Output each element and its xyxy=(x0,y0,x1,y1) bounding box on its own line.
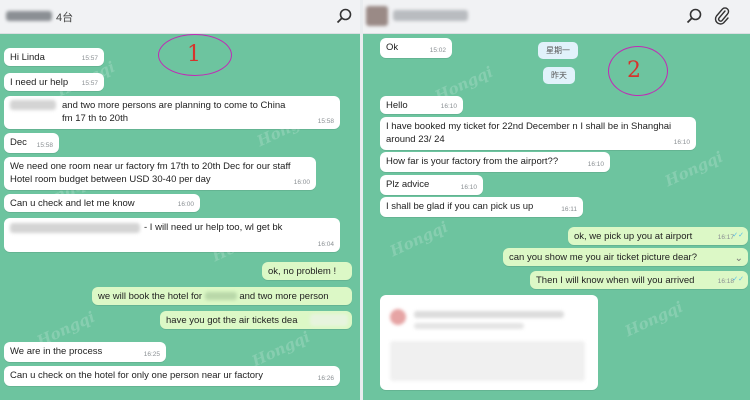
annotation-number: 2 xyxy=(627,58,641,83)
date-separator: 星期一 xyxy=(538,42,578,59)
message-text: I shall be glad if you can pick us up xyxy=(386,201,534,212)
date-separator: 昨天 xyxy=(543,67,575,84)
attach-icon[interactable] xyxy=(713,7,731,25)
message-time: 15:57 xyxy=(81,55,98,62)
message-bubble-outgoing: have you got the air tickets dea xyxy=(160,311,352,329)
message-text: have you got the air tickets dea xyxy=(166,315,298,326)
message-text: Plz advice xyxy=(386,179,430,190)
watermark: Hongqi xyxy=(249,327,313,371)
text-redacted xyxy=(310,314,348,326)
message-text: Hi Linda xyxy=(10,52,45,63)
message-bubble: I need ur help 15:57 xyxy=(4,73,104,91)
message-text: ok, no problem ! xyxy=(268,266,337,277)
message-time: 15:58 xyxy=(317,118,334,125)
message-bubble-outgoing: ok, no problem ! xyxy=(262,262,352,280)
message-bubble-outgoing: can you show me you air ticket picture d… xyxy=(503,248,748,266)
message-bubble: Can u check on the hotel for only one pe… xyxy=(4,366,340,386)
message-bubble: How far is your factory from the airport… xyxy=(380,152,610,172)
watermark: Hongqi xyxy=(662,147,726,191)
annotation-number: 1 xyxy=(187,42,201,67)
message-text: Dec xyxy=(10,137,27,148)
redacted-line xyxy=(414,311,564,318)
contact-name-redacted xyxy=(6,11,52,21)
name-redacted xyxy=(10,100,56,110)
message-bubble: We need one room near ur factory fm 17th… xyxy=(4,157,316,190)
message-bubble: Ok 15:02 xyxy=(380,38,452,58)
message-text: - I will need ur help too, wl get bk xyxy=(144,222,283,233)
message-time: 16:00 xyxy=(293,179,310,186)
message-time: 16:25 xyxy=(143,351,160,358)
message-time: 15:58 xyxy=(36,142,53,149)
message-bubble: We are in the process 16:25 xyxy=(4,342,166,362)
redacted-avatar xyxy=(390,309,406,325)
message-bubble: Can u check and let me know 16:00 xyxy=(4,194,200,212)
message-text: I need ur help xyxy=(10,77,69,88)
message-text: and two more person xyxy=(239,291,329,302)
message-time: 16:00 xyxy=(177,201,194,208)
message-text: We need one room near ur factory fm 17th… xyxy=(10,161,291,185)
message-text: Ok xyxy=(386,42,399,53)
contact-name-redacted xyxy=(393,10,468,21)
message-bubble: Dec 15:58 xyxy=(4,133,59,153)
message-bubble: Plz advice 16:10 xyxy=(380,175,483,195)
left-chat-panel: 4台 Hongqi Hongqi Hongqi Hongqi Hongqi Ho… xyxy=(0,0,360,400)
left-chat-title: 4台 xyxy=(56,12,74,24)
contact-avatar-redacted xyxy=(366,6,388,26)
search-icon[interactable] xyxy=(685,7,703,25)
search-icon[interactable] xyxy=(335,7,353,25)
message-text: we will book the hotel for xyxy=(98,291,203,302)
read-ticks-icon: ✓✓ xyxy=(732,276,744,283)
message-time: 16:04 xyxy=(317,241,334,248)
message-bubble: and two more persons are planning to com… xyxy=(4,96,340,129)
message-bubble-outgoing: we will book the hotel for and two more … xyxy=(92,287,352,305)
message-time: 16:10 xyxy=(440,103,457,110)
read-ticks-icon: ✓✓ xyxy=(732,232,744,239)
message-bubble-outgoing: ok, we pick up you at airport 16:17 ✓✓ xyxy=(568,227,748,245)
message-time: 16:26 xyxy=(317,375,334,382)
message-text: Hello xyxy=(386,100,408,111)
message-bubble: Hello 16:10 xyxy=(380,96,463,114)
message-text: We are in the process xyxy=(10,346,103,357)
name-redacted xyxy=(10,223,140,233)
message-bubble: Hi Linda 15:57 xyxy=(4,48,104,66)
message-time: 15:57 xyxy=(81,80,98,87)
message-text: I have booked my ticket for 22nd Decembe… xyxy=(386,121,672,145)
message-text: How far is your factory from the airport… xyxy=(386,156,559,167)
message-bubble: I shall be glad if you can pick us up 16… xyxy=(380,197,583,217)
message-text: Can u check and let me know xyxy=(10,198,135,209)
name-redacted xyxy=(204,292,237,301)
watermark: Hongqi xyxy=(622,297,686,341)
redacted-preview-card[interactable] xyxy=(380,295,598,390)
message-bubble: I have booked my ticket for 22nd Decembe… xyxy=(380,117,696,150)
message-time: 16:10 xyxy=(587,161,604,168)
right-chat-panel: Hongqi Hongqi Hongqi Hongqi Hongqi Ok 15… xyxy=(363,0,750,400)
chevron-down-icon[interactable]: ⌄ xyxy=(735,252,743,265)
message-time: 16:10 xyxy=(673,139,690,146)
message-time: 15:02 xyxy=(429,47,446,54)
right-chat-header xyxy=(363,0,750,34)
message-bubble: - I will need ur help too, wl get bk 16:… xyxy=(4,218,340,252)
message-text: Then I will know when will you arrived xyxy=(536,275,695,286)
left-chat-header: 4台 xyxy=(0,0,360,34)
message-bubble-outgoing: Then I will know when will you arrived 1… xyxy=(530,271,748,289)
redacted-content xyxy=(390,341,585,381)
message-text: ok, we pick up you at airport xyxy=(574,231,693,242)
message-time: 16:11 xyxy=(561,206,577,213)
message-time: 16:10 xyxy=(460,184,477,191)
watermark: Hongqi xyxy=(387,217,451,261)
message-text: Can u check on the hotel for only one pe… xyxy=(10,370,263,381)
message-text: can you show me you air ticket picture d… xyxy=(509,252,697,263)
redacted-line xyxy=(414,323,524,329)
